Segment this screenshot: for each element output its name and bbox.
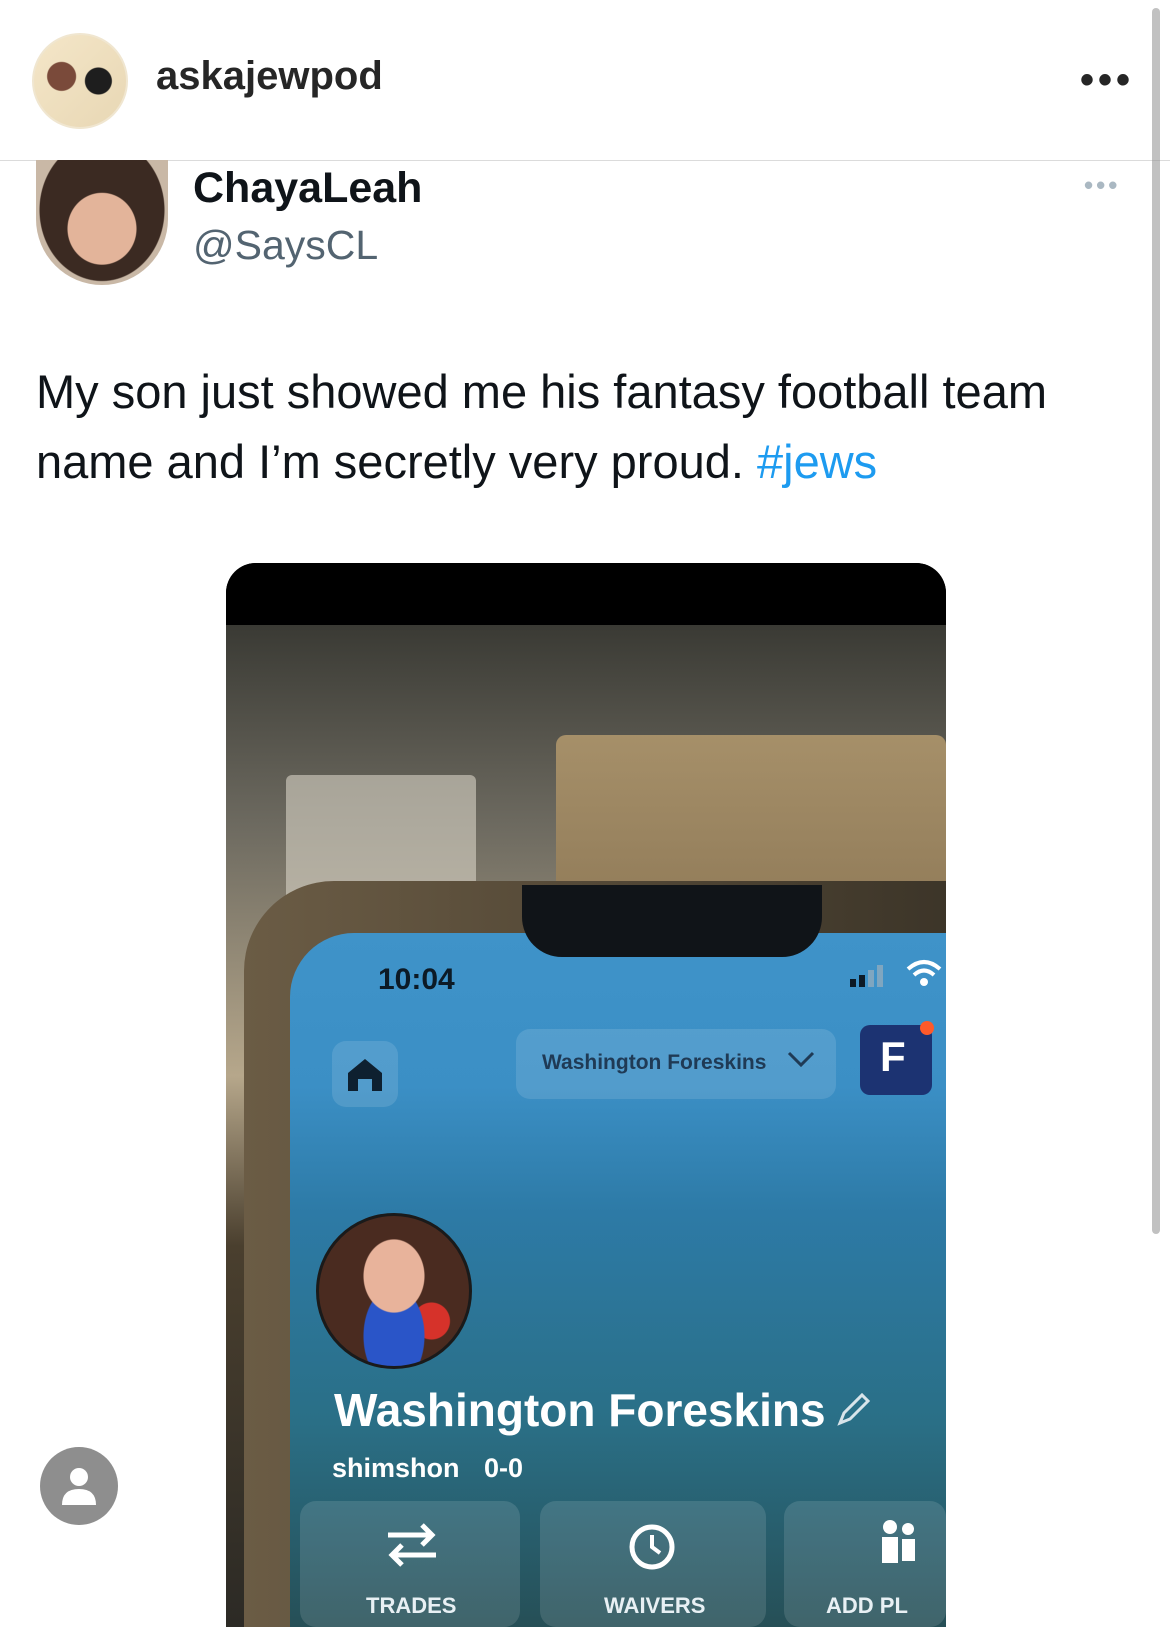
add-players-label: ADD PL (826, 1593, 908, 1618)
tweet-body: My son just showed me his fantasy footba… (36, 365, 1047, 488)
tweet-author-name: ChayaLeah (193, 164, 423, 212)
tweet-more-icon: ••• (1084, 170, 1121, 200)
add-players-icon (882, 1520, 915, 1563)
ig-more-options-button[interactable]: ••• (1080, 58, 1134, 103)
trades-label: TRADES (366, 1593, 457, 1618)
scrollbar[interactable] (1152, 8, 1160, 1234)
team-record: 0-0 (484, 1453, 524, 1483)
ig-username[interactable]: askajewpod (156, 54, 383, 99)
team-selector-label: Washington Foreskins (542, 1051, 767, 1074)
status-bar-time: 10:04 (378, 963, 455, 996)
profile-button[interactable] (40, 1447, 118, 1525)
wifi-icon (906, 960, 942, 986)
tweet-photo: 10:04 Washington Foreskins F Washington … (226, 563, 946, 1627)
chevron-down-icon (787, 1051, 815, 1068)
app-logo-letter: F (880, 1033, 906, 1080)
tweet-hashtag: #jews (756, 435, 878, 488)
tweet-author-handle: @SaysCL (193, 222, 379, 268)
team-avatar[interactable] (316, 1213, 472, 1369)
team-name: Washington Foreskins (334, 1384, 826, 1436)
home-button[interactable] (332, 1041, 398, 1107)
team-owner: shimshon (332, 1453, 460, 1483)
notification-dot (920, 1021, 934, 1035)
person-icon (62, 1468, 96, 1505)
tweet-author-avatar (36, 160, 168, 285)
clock-icon (629, 1524, 675, 1570)
home-icon (348, 1059, 382, 1091)
phone-notch (522, 885, 822, 957)
tweet-text: My son just showed me his fantasy footba… (36, 357, 1106, 497)
waivers-label: WAIVERS (604, 1593, 706, 1618)
ig-account-avatar[interactable] (32, 33, 128, 129)
pencil-icon[interactable] (834, 1389, 874, 1429)
photo-top-bar (226, 563, 946, 625)
swap-arrows-icon (388, 1523, 436, 1567)
signal-icon (850, 965, 883, 987)
